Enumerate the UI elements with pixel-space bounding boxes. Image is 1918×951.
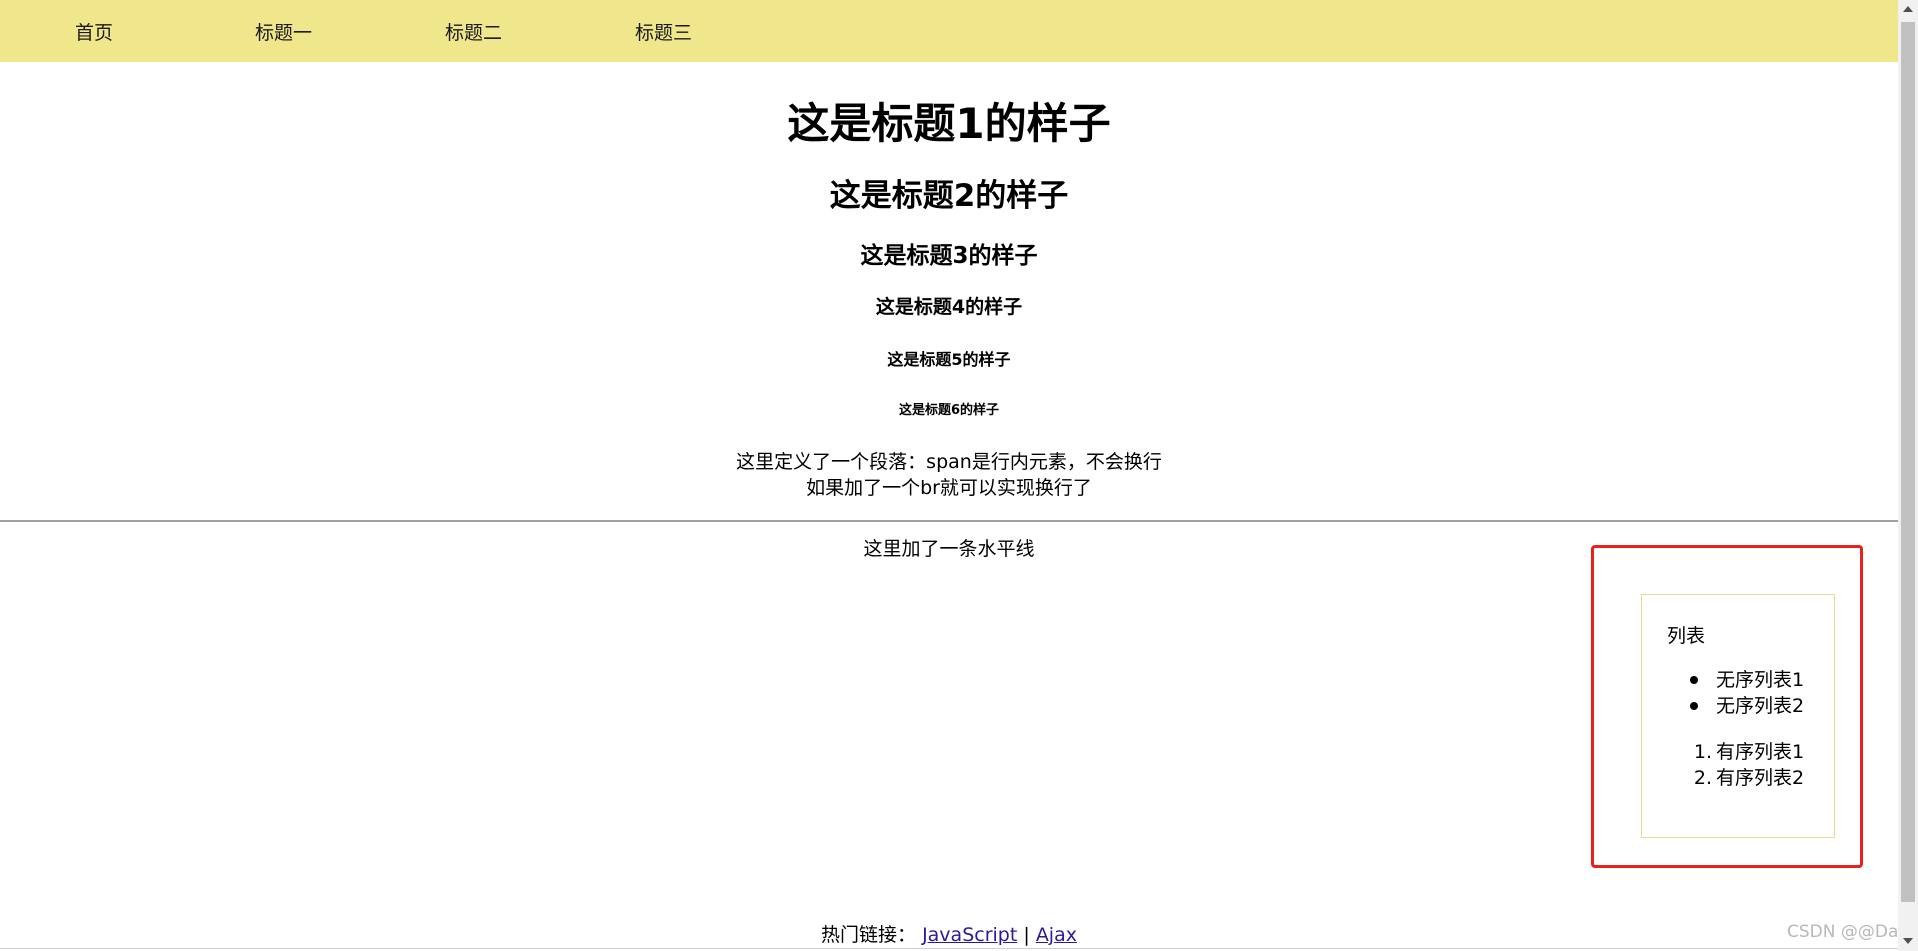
unordered-list: 无序列表1 无序列表2 (1676, 667, 1804, 719)
vertical-scrollbar[interactable] (1898, 0, 1918, 951)
footer-separator: | (1023, 924, 1030, 946)
nav-link-title-2[interactable]: 标题二 (445, 18, 502, 45)
paragraph: 这里定义了一个段落：span是行内元素，不会换行 如果加了一个br就可以实现换行… (0, 449, 1898, 501)
heading-5: 这是标题5的样子 (887, 350, 1011, 369)
heading-2: 这是标题2的样子 (829, 178, 1069, 214)
bullet-icon (1690, 702, 1698, 710)
scrollbar-thumb[interactable] (1901, 22, 1915, 902)
unordered-list-item: 无序列表1 (1676, 667, 1804, 693)
ordered-list-item: 2. 有序列表2 (1676, 765, 1804, 791)
list-title: 列表 (1667, 625, 1706, 647)
heading-1: 这是标题1的样子 (787, 99, 1111, 148)
footer-label: 热门链接： (821, 924, 917, 946)
unordered-list-item-label: 无序列表1 (1716, 669, 1805, 691)
ordered-list-item-label: 有序列表1 (1716, 741, 1805, 763)
page: 首页 标题一 标题二 标题三 这是标题1的样子 这是标题2的样子 这是标题3的样… (0, 0, 1918, 951)
list-panel: 列表 无序列表1 无序列表2 1. 有序列表1 2. 有序列表2 (1641, 594, 1835, 838)
scroll-up-icon[interactable] (1903, 6, 1913, 12)
ordered-list-marker: 1. (1693, 741, 1712, 763)
heading-6: 这是标题6的样子 (898, 403, 1000, 418)
top-navbar: 首页 标题一 标题二 标题三 (0, 0, 1898, 62)
nav-link-title-1[interactable]: 标题一 (255, 18, 312, 45)
ordered-list-item: 1. 有序列表1 (1676, 739, 1804, 765)
watermark: CSDN @@Dai (1787, 922, 1904, 942)
bullet-icon (1690, 676, 1698, 684)
ordered-list: 1. 有序列表1 2. 有序列表2 (1676, 739, 1804, 791)
footer-links: 热门链接： JavaScript | Ajax (0, 920, 1898, 947)
horizontal-rule (0, 520, 1898, 522)
unordered-list-item: 无序列表2 (1676, 693, 1804, 719)
scroll-down-icon[interactable] (1903, 938, 1913, 944)
heading-3: 这是标题3的样子 (860, 243, 1038, 269)
link-ajax[interactable]: Ajax (1036, 924, 1077, 946)
ordered-list-marker: 2. (1693, 767, 1712, 789)
unordered-list-item-label: 无序列表2 (1716, 695, 1805, 717)
ordered-list-item-label: 有序列表2 (1716, 767, 1805, 789)
heading-4: 这是标题4的样子 (875, 296, 1023, 318)
paragraph-line-1: 这里定义了一个段落：span是行内元素，不会换行 (736, 451, 1162, 473)
nav-link-home[interactable]: 首页 (75, 18, 113, 45)
link-javascript[interactable]: JavaScript (922, 924, 1017, 946)
nav-link-title-3[interactable]: 标题三 (635, 18, 692, 45)
bottom-divider (0, 948, 1898, 949)
paragraph-line-2: 如果加了一个br就可以实现换行了 (806, 477, 1092, 499)
